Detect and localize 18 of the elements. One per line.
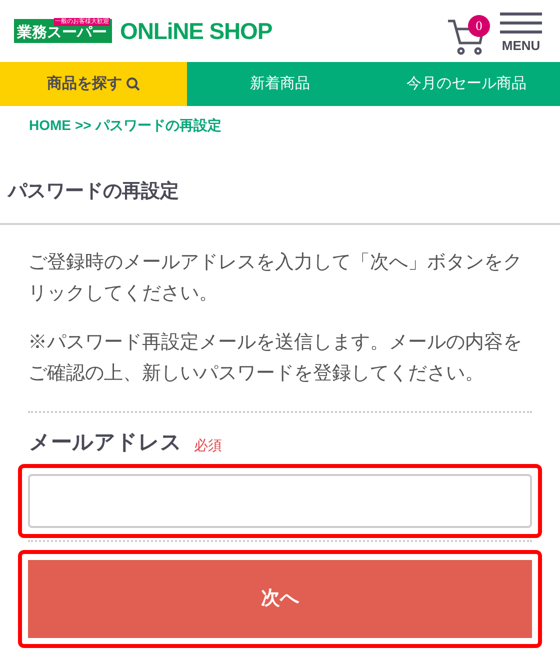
- logo-text: 業務スーパー: [17, 24, 107, 43]
- instruction-text: ご登録時のメールアドレスを入力して「次へ」ボタンをクリックしてください。: [28, 250, 523, 306]
- required-tag: 必須: [194, 435, 222, 458]
- breadcrumb-current: パスワードの再設定: [95, 116, 222, 135]
- cart-count-badge: 0: [468, 15, 490, 37]
- page-title: パスワードの再設定: [0, 178, 560, 224]
- menu-icon: [500, 10, 542, 34]
- menu-button[interactable]: MENU: [500, 10, 542, 52]
- next-button[interactable]: 次へ: [28, 560, 532, 638]
- instruction-text: ※パスワード再設定メールを送信します。メールの内容をご確認の上、新しいパスワードを登録してください。: [28, 330, 523, 386]
- nav-tab[interactable]: 今月のセール商品: [373, 62, 560, 106]
- field-label: メールアドレス: [29, 430, 182, 456]
- nav-tab[interactable]: 商品を探す: [0, 62, 187, 106]
- email-input[interactable]: [28, 474, 532, 528]
- nav-tab[interactable]: 新着商品: [186, 62, 374, 106]
- breadcrumb-link[interactable]: HOME: [29, 115, 71, 136]
- breadcrumb-separator: >>: [75, 116, 92, 135]
- shop-title: ONLiNE SHOP: [120, 16, 272, 46]
